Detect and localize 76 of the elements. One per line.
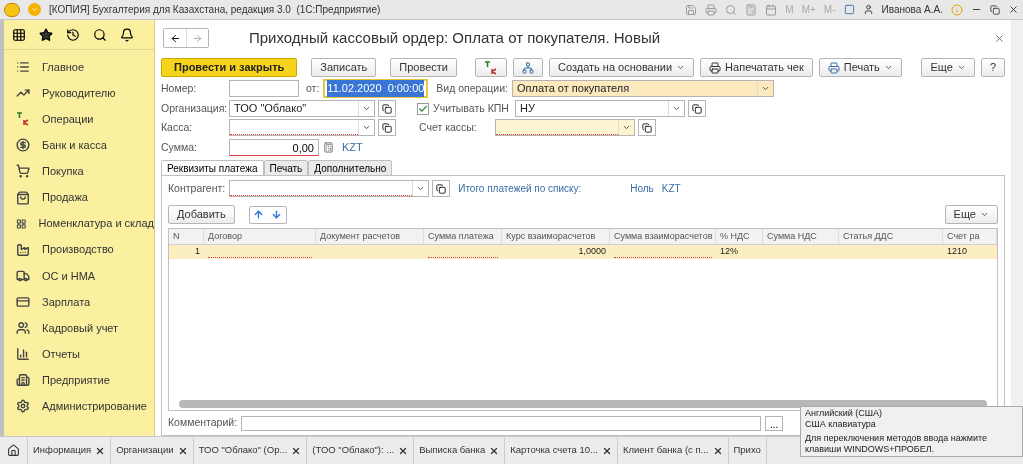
- more-button[interactable]: Еще: [921, 58, 975, 77]
- sidebar-item[interactable]: Главное: [42, 58, 85, 76]
- field-label: Контрагент:: [168, 180, 226, 196]
- sum-field[interactable]: 0,00: [229, 139, 319, 156]
- toolbar-button[interactable]: Записать: [311, 58, 377, 77]
- sidebar-item[interactable]: Продажа: [42, 189, 88, 206]
- field-label: Касса:: [161, 119, 194, 135]
- operation-field[interactable]: Оплата от покупателя: [511, 80, 774, 97]
- field-label: от:: [306, 80, 320, 96]
- window-title: [КОПИЯ] Бухгалтерия для Казахстана, редакция 3.0 (1С:Предприятие): [49, 3, 381, 17]
- sidebar-item[interactable]: Зарплата: [42, 293, 91, 311]
- post-and-close-button[interactable]: Провести и закрыть: [161, 58, 298, 77]
- column-header[interactable]: Курс взаиморасчетов: [502, 229, 610, 244]
- help-button[interactable]: ?: [980, 58, 1005, 77]
- total-label: Итого платежей по списку:: [458, 182, 583, 196]
- window-tab[interactable]: Выписка банка: [414, 437, 506, 464]
- create-based-on-button[interactable]: Создать на основании: [549, 58, 695, 77]
- tooltip-text: США клавиатура: [805, 419, 877, 430]
- sidebar-item[interactable]: Администрирование: [42, 398, 147, 415]
- sidebar-item[interactable]: Операции: [42, 111, 94, 128]
- sidebar-item[interactable]: Руководителю: [42, 84, 116, 102]
- column-header[interactable]: Документ расчетов: [316, 229, 424, 244]
- column-header[interactable]: Сумма платежа: [424, 229, 502, 244]
- user-name[interactable]: Иванова А.А.: [881, 2, 943, 17]
- field-label: Сумма:: [161, 139, 198, 155]
- field-label: Счет кассы:: [419, 119, 478, 135]
- table-row[interactable]: 1 1,0000 12% 1210: [169, 245, 997, 259]
- field-label: Вид операции:: [436, 80, 508, 96]
- sidebar-item[interactable]: Банк и касса: [42, 137, 107, 154]
- window-tab[interactable]: (ТОО "Облако"): ...: [307, 437, 415, 464]
- column-header[interactable]: % НДС: [716, 229, 763, 244]
- window-tab[interactable]: ТОО "Облако" (Ор...: [193, 437, 308, 464]
- column-header[interactable]: Договор: [204, 229, 316, 244]
- sidebar-item[interactable]: Отчеты: [42, 345, 81, 363]
- total-value: Ноль: [630, 182, 654, 196]
- window-tab[interactable]: Организации: [111, 437, 194, 464]
- column-header[interactable]: Счет ра: [943, 229, 997, 244]
- column-header[interactable]: Сумма НДС: [763, 229, 839, 244]
- tab[interactable]: Реквизиты платежа: [161, 160, 264, 176]
- date-field[interactable]: 11.02.2020 0:00:00: [323, 79, 429, 98]
- field-label: Организация:: [161, 100, 225, 116]
- column-header[interactable]: N: [169, 229, 204, 244]
- sidebar-item[interactable]: Кадровый учет: [42, 319, 119, 337]
- currency-link[interactable]: KZT: [342, 139, 363, 156]
- table-cell: 1,0000: [578, 245, 606, 259]
- table-cell: 1210: [947, 245, 968, 259]
- window-tab[interactable]: Информация: [28, 437, 112, 464]
- table-more-button[interactable]: Еще: [944, 205, 998, 224]
- tooltip-text: Английский (США): [805, 408, 884, 419]
- sidebar-item[interactable]: Производство: [42, 241, 114, 258]
- field-label: Комментарий:: [168, 415, 238, 431]
- window-tab[interactable]: Клиент банка (с п...: [617, 437, 729, 464]
- window-tab[interactable]: Карточка счета 10...: [505, 437, 618, 464]
- window-tab[interactable]: Прихо: [728, 437, 767, 464]
- tab[interactable]: Дополнительно: [308, 160, 393, 176]
- sidebar-item[interactable]: Номенклатура и склад: [38, 215, 154, 232]
- print-receipt-button[interactable]: Напечатать чек: [700, 58, 813, 77]
- table-cell: 12%: [720, 245, 738, 259]
- print-button[interactable]: Печать: [818, 58, 902, 77]
- sidebar-item[interactable]: Покупка: [42, 163, 84, 180]
- sidebar-item[interactable]: Предприятие: [42, 371, 110, 389]
- add-button[interactable]: Добавить: [168, 205, 235, 224]
- checkbox-label: Учитывать КПН: [433, 100, 510, 116]
- tab[interactable]: Печать: [263, 160, 309, 176]
- tooltip-text: Для переключения методов ввода нажмите клавиши WINDOWS+ПРОБЕЛ.: [805, 433, 989, 455]
- form-title: Приходный кассовый ордер: Оплата от покупателя. Новый: [249, 27, 661, 48]
- table-cell: 1: [195, 245, 200, 259]
- column-header[interactable]: Статья ДДС: [839, 229, 943, 244]
- kpn-field[interactable]: НУ: [515, 100, 685, 117]
- total-currency: KZT: [661, 182, 681, 196]
- organization-field[interactable]: ТОО "Облако": [229, 100, 375, 117]
- toolbar-button[interactable]: Провести: [390, 58, 457, 77]
- field-label: Номер:: [161, 80, 198, 96]
- comment-select-button[interactable]: ...: [765, 415, 784, 431]
- column-header[interactable]: Сумма взаиморасчетов: [610, 229, 716, 244]
- sidebar-item[interactable]: ОС и НМА: [42, 267, 96, 285]
